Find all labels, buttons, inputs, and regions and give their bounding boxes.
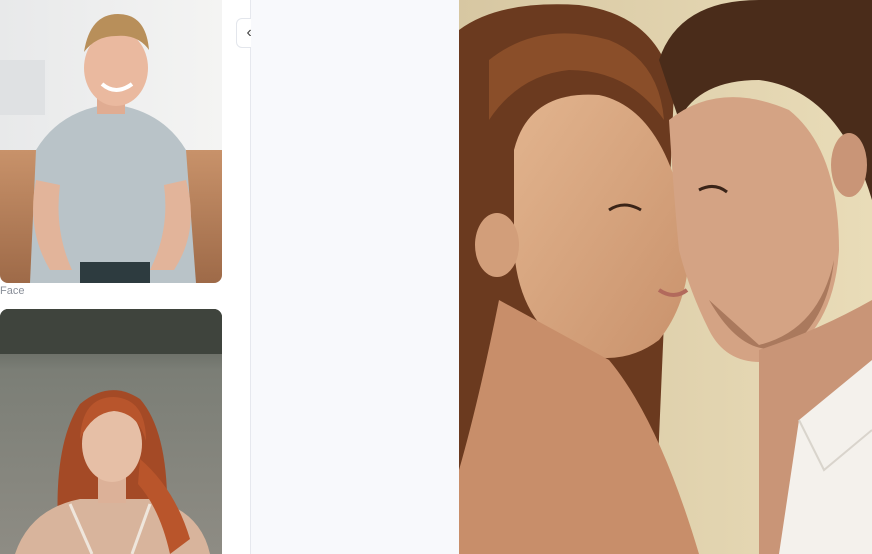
result-image[interactable] xyxy=(459,0,872,554)
couple-image-icon xyxy=(459,0,872,554)
portrait-man-icon xyxy=(0,0,222,283)
source-image-2[interactable] xyxy=(0,309,222,554)
workspace-area xyxy=(251,0,459,554)
source-images-panel: Face xyxy=(0,0,251,554)
source-image-caption: Face xyxy=(0,285,25,297)
source-image-1[interactable] xyxy=(0,0,222,283)
portrait-woman-icon xyxy=(0,309,222,554)
